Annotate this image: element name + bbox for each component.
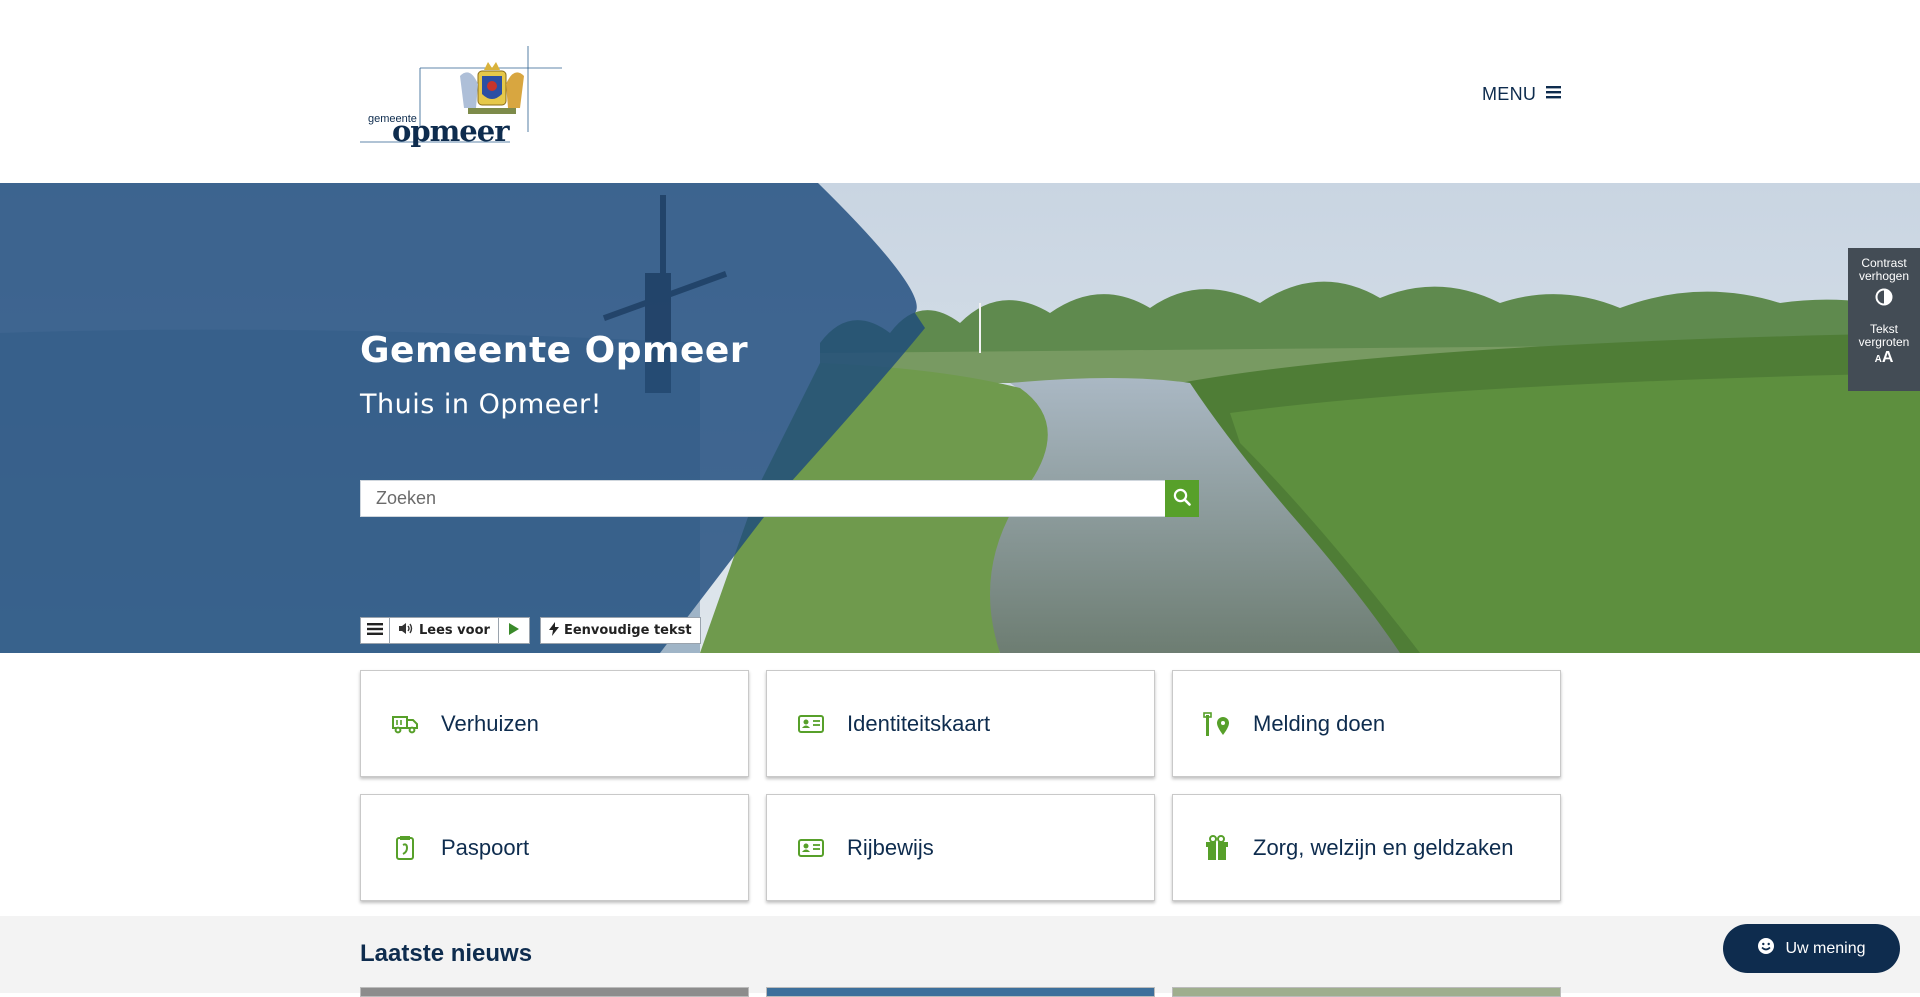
text-size-label-line2: vergroten bbox=[1858, 335, 1910, 349]
text-size-toggle[interactable]: Tekst vergroten AA bbox=[1848, 309, 1920, 366]
text-size-icon: AA bbox=[1848, 349, 1920, 366]
tile-label: Melding doen bbox=[1253, 710, 1386, 736]
menu-label: MENU bbox=[1482, 84, 1537, 104]
menu-button[interactable]: MENU bbox=[1482, 84, 1562, 105]
feedback-button[interactable]: Uw mening bbox=[1723, 924, 1900, 973]
lightning-icon bbox=[548, 621, 559, 640]
tile-zorg-welzijn-geldzaken[interactable]: Zorg, welzijn en geldzaken bbox=[1172, 794, 1561, 901]
eenvoudige-tekst-label: Eenvoudige tekst bbox=[563, 623, 692, 638]
text-size-icon-small: A bbox=[1874, 354, 1882, 365]
tile-paspoort[interactable]: Paspoort bbox=[360, 794, 749, 901]
accessibility-panel: Contrast verhogen Tekst vergroten AA bbox=[1848, 248, 1920, 391]
lees-voor-button[interactable]: Lees voor bbox=[390, 618, 499, 643]
tile-identiteitskaart[interactable]: Identiteitskaart bbox=[766, 670, 1155, 777]
text-size-icon-large: A bbox=[1881, 349, 1894, 366]
tile-label: Verhuizen bbox=[441, 710, 539, 736]
tile-label: Identiteitskaart bbox=[847, 710, 991, 736]
eenvoudige-tekst-button[interactable]: Eenvoudige tekst bbox=[539, 617, 701, 644]
news-section: Laatste nieuws bbox=[0, 916, 1920, 997]
smiley-icon bbox=[1757, 937, 1775, 960]
logo-word-opmeer: opmeer bbox=[392, 114, 509, 148]
hero-banner: Gemeente Opmeer Thuis in Opmeer! Zoeken … bbox=[0, 183, 1920, 653]
site-header: gemeente opmeer MENU bbox=[0, 0, 1920, 183]
list-menu-icon bbox=[367, 622, 383, 639]
search-icon bbox=[1173, 488, 1191, 509]
quick-links-grid: Verhuizen Identiteitskaart Melding doen … bbox=[360, 670, 1561, 901]
drivers-license-icon bbox=[796, 833, 826, 863]
hero-title: Gemeente Opmeer bbox=[360, 330, 749, 371]
contrast-icon bbox=[1848, 288, 1920, 309]
news-heading: Laatste nieuws bbox=[360, 940, 533, 967]
contrast-toggle[interactable]: Contrast verhogen bbox=[1848, 248, 1920, 309]
news-card-2[interactable] bbox=[766, 987, 1155, 997]
readspeaker-menu-button[interactable] bbox=[361, 618, 390, 643]
tile-melding-doen[interactable]: Melding doen bbox=[1172, 670, 1561, 777]
moving-truck-icon bbox=[390, 709, 420, 739]
search-button[interactable] bbox=[1165, 480, 1199, 517]
readspeaker-toolbar: Lees voor Eenvoudige tekst bbox=[360, 617, 701, 644]
id-card-icon bbox=[796, 709, 826, 739]
search-input[interactable] bbox=[360, 480, 1165, 517]
tile-rijbewijs[interactable]: Rijbewijs bbox=[766, 794, 1155, 901]
news-card-1[interactable] bbox=[360, 987, 749, 997]
report-pin-icon bbox=[1202, 709, 1232, 739]
play-button[interactable] bbox=[499, 618, 529, 643]
tile-verhuizen[interactable]: Verhuizen bbox=[360, 670, 749, 777]
lees-voor-label: Lees voor bbox=[419, 623, 490, 638]
gemeente-opmeer-logo[interactable]: gemeente opmeer bbox=[360, 46, 562, 148]
hero-subtitle: Thuis in Opmeer! bbox=[360, 389, 602, 420]
tile-label: Paspoort bbox=[441, 834, 530, 860]
hamburger-icon bbox=[1546, 85, 1562, 104]
feedback-label: Uw mening bbox=[1785, 939, 1866, 957]
tile-label: Rijbewijs bbox=[847, 834, 934, 860]
speaker-icon bbox=[398, 622, 414, 639]
search-form bbox=[360, 480, 1199, 517]
contrast-label-line2: verhogen bbox=[1858, 269, 1910, 283]
care-gift-icon bbox=[1202, 833, 1232, 863]
play-icon bbox=[508, 622, 519, 639]
readspeaker-player: Lees voor bbox=[360, 617, 530, 644]
tile-label: Zorg, welzijn en geldzaken bbox=[1253, 834, 1514, 860]
hero-landscape-image bbox=[0, 183, 1920, 653]
news-card-3[interactable] bbox=[1172, 987, 1561, 997]
eenvoudige-tekst-inner[interactable]: Eenvoudige tekst bbox=[541, 618, 700, 643]
passport-icon bbox=[390, 833, 420, 863]
